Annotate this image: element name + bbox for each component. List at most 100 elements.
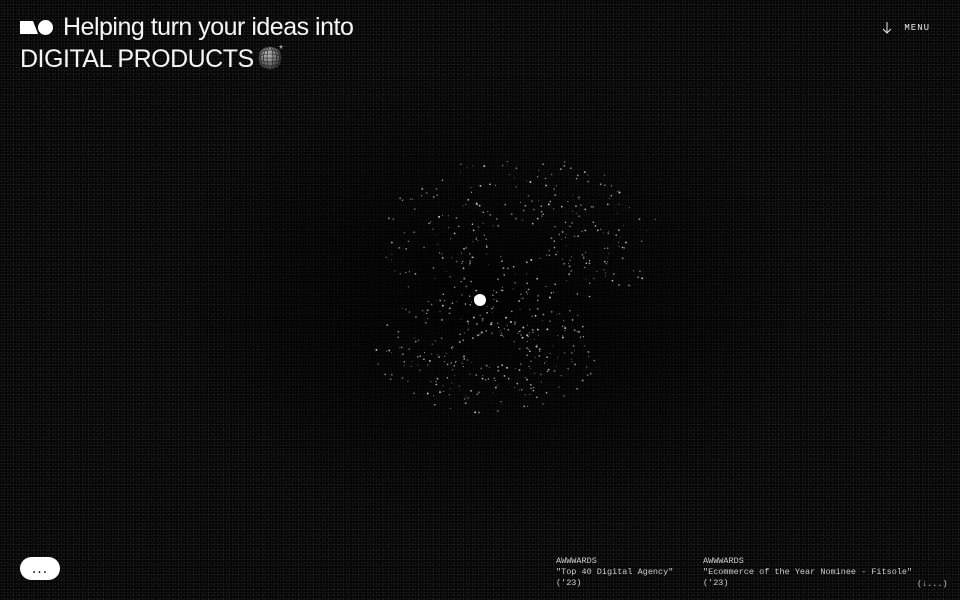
particle	[550, 292, 553, 294]
particle	[524, 204, 527, 207]
particle	[403, 361, 405, 363]
particle	[499, 255, 502, 257]
particle	[398, 347, 400, 349]
particle	[497, 370, 500, 372]
particle	[437, 244, 439, 246]
particle	[613, 273, 615, 275]
particle	[477, 226, 480, 228]
particle	[461, 262, 463, 265]
particle	[548, 296, 551, 299]
particle	[545, 392, 548, 394]
particle	[480, 367, 483, 370]
particle	[544, 177, 547, 180]
scroll-down-hint[interactable]: (↓...)	[917, 579, 948, 589]
particle	[556, 251, 558, 253]
particle	[475, 202, 478, 205]
particle	[637, 276, 640, 279]
particle	[577, 314, 579, 316]
particle	[497, 326, 500, 329]
particle	[454, 374, 456, 376]
particle	[403, 232, 405, 234]
particle	[496, 278, 499, 281]
particle	[525, 180, 527, 182]
particle	[551, 173, 553, 176]
particle	[513, 340, 515, 343]
particle	[600, 228, 602, 230]
particle	[485, 238, 487, 240]
particle	[538, 169, 540, 171]
particle	[616, 213, 618, 214]
award-item: AWWWARDS "Top 40 Digital Agency" ('23)	[556, 556, 673, 589]
particle	[534, 339, 535, 340]
particle	[529, 383, 532, 386]
particle	[618, 284, 620, 286]
particle	[487, 264, 489, 266]
particle	[478, 391, 480, 394]
particle	[585, 262, 588, 265]
particle	[569, 225, 571, 228]
particle	[435, 380, 437, 383]
particle	[446, 377, 449, 379]
particle	[449, 275, 452, 278]
particle	[452, 346, 454, 348]
particle	[475, 374, 478, 376]
particle	[604, 184, 606, 186]
particle	[570, 256, 572, 258]
particle	[481, 377, 484, 380]
particle	[461, 252, 462, 254]
particle	[575, 212, 577, 214]
chat-button[interactable]: ...	[20, 557, 60, 580]
particle	[552, 345, 554, 347]
particle	[531, 222, 534, 225]
particle	[486, 305, 488, 308]
particle	[542, 213, 544, 216]
particle	[421, 309, 424, 312]
particle	[529, 367, 531, 369]
particle	[439, 299, 442, 302]
particle	[503, 328, 506, 330]
particle	[536, 217, 539, 220]
particle	[570, 270, 572, 272]
particle	[489, 214, 491, 216]
particle	[426, 312, 428, 314]
particle	[604, 260, 606, 263]
particle	[500, 335, 502, 337]
particle	[581, 379, 584, 382]
particle	[507, 328, 510, 331]
particle	[504, 203, 507, 206]
menu-button[interactable]: MENU	[882, 22, 930, 34]
particle	[462, 355, 465, 358]
particle	[538, 335, 540, 337]
particle	[604, 247, 606, 250]
particle	[540, 210, 543, 213]
particle	[447, 215, 450, 217]
particle	[563, 395, 565, 397]
particle	[431, 343, 433, 345]
particle	[528, 365, 530, 368]
particle	[491, 307, 493, 310]
particle	[588, 356, 589, 357]
particle	[553, 208, 555, 210]
particle	[593, 278, 595, 280]
particle	[561, 325, 564, 328]
particle	[536, 328, 539, 331]
particle	[485, 253, 487, 255]
particle	[578, 198, 580, 200]
particle	[450, 238, 452, 240]
particle	[434, 403, 436, 406]
particle	[581, 230, 583, 232]
particle	[488, 367, 491, 369]
particle	[423, 358, 425, 361]
particle	[411, 360, 413, 362]
particle	[443, 355, 446, 358]
particle	[472, 256, 474, 258]
particle	[572, 194, 574, 196]
particle	[512, 288, 514, 290]
particle	[592, 206, 595, 208]
particle	[453, 286, 456, 289]
particle	[464, 402, 467, 405]
particle	[510, 213, 513, 216]
award-org: AWWWARDS	[703, 556, 744, 566]
particle	[391, 253, 393, 255]
particle	[536, 344, 538, 346]
